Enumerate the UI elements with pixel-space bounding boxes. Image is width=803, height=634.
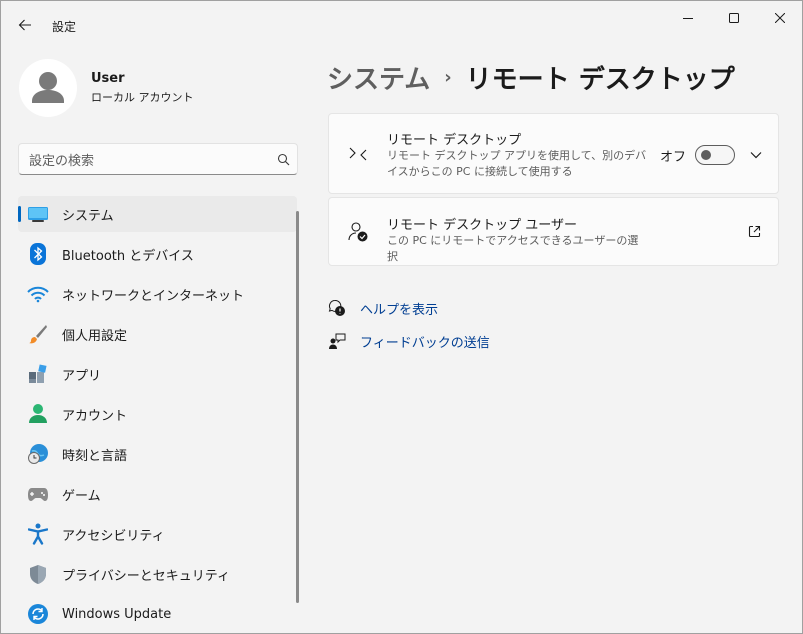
- apps-icon: [26, 362, 50, 386]
- search-input[interactable]: 設定の検索: [29, 150, 269, 169]
- accessibility-icon: [26, 522, 50, 546]
- sidebar-item-gaming[interactable]: ゲーム: [18, 476, 297, 512]
- breadcrumb-parent[interactable]: システム: [327, 59, 430, 96]
- sidebar-item-label: ネットワークとインターネット: [62, 288, 245, 304]
- user-avatar-icon: [32, 72, 64, 103]
- sidebar-item-label: アクセシビリティ: [62, 528, 165, 544]
- app-title: 設定: [52, 20, 77, 34]
- sidebar-item-label: アカウント: [62, 408, 128, 424]
- sidebar-item-accounts[interactable]: アカウント: [18, 396, 297, 432]
- account-type: ローカル アカウント: [91, 91, 194, 104]
- sidebar-item-label: 個人用設定: [62, 328, 128, 344]
- remote-desktop-description: リモート デスクトップ アプリを使用して、別のデバイスからこの PC に接続して…: [387, 149, 647, 178]
- sidebar-item-label: プライバシーとセキュリティ: [62, 568, 230, 584]
- sidebar-item-privacy[interactable]: プライバシーとセキュリティ: [18, 556, 297, 592]
- sidebar-item-time-language[interactable]: 時刻と言語: [18, 436, 297, 472]
- user-check-icon: [347, 221, 369, 243]
- remote-desktop-users-card[interactable]: リモート デスクトップ ユーザー この PC にリモートでアクセスできるユーザー…: [328, 197, 779, 266]
- user-name: User: [91, 71, 125, 86]
- sidebar-item-apps[interactable]: アプリ: [18, 356, 297, 392]
- remote-desktop-icon: [347, 143, 369, 165]
- sidebar-item-system[interactable]: システム: [18, 196, 297, 232]
- sidebar-item-network[interactable]: ネットワークとインターネット: [18, 276, 297, 312]
- sidebar-item-label: システム: [62, 208, 114, 224]
- brush-icon: [26, 322, 50, 346]
- help-link[interactable]: ヘルプを表示: [327, 298, 438, 318]
- remote-users-description: この PC にリモートでアクセスできるユーザーの選択: [387, 234, 639, 263]
- sidebar-item-personalization[interactable]: 個人用設定: [18, 316, 297, 352]
- avatar: [19, 59, 77, 117]
- toggle-state-label: オフ: [660, 150, 687, 165]
- toggle-knob: [701, 150, 711, 160]
- bluetooth-icon: [26, 242, 50, 266]
- external-link-icon[interactable]: [745, 222, 763, 240]
- sidebar-item-accessibility[interactable]: アクセシビリティ: [18, 516, 297, 552]
- breadcrumb-separator: ›: [444, 67, 452, 88]
- minimize-icon: [683, 18, 693, 19]
- search-box[interactable]: 設定の検索: [18, 143, 298, 175]
- sidebar-item-label: アプリ: [62, 368, 102, 384]
- user-profile[interactable]: User ローカル アカウント: [19, 59, 194, 117]
- remote-desktop-title: リモート デスクトップ: [387, 133, 522, 148]
- remote-users-title: リモート デスクトップ ユーザー: [387, 218, 578, 233]
- arrow-left-icon: [18, 19, 31, 31]
- account-icon: [26, 402, 50, 426]
- sidebar-item-bluetooth[interactable]: Bluetooth とデバイス: [18, 236, 297, 272]
- help-link-label[interactable]: ヘルプを表示: [360, 299, 438, 318]
- chevron-down-icon[interactable]: [747, 146, 765, 164]
- maximize-button[interactable]: [711, 1, 757, 35]
- minimize-button[interactable]: [665, 1, 711, 35]
- back-button[interactable]: [13, 13, 37, 37]
- remote-desktop-toggle[interactable]: [695, 145, 735, 165]
- maximize-icon: [729, 13, 739, 23]
- breadcrumb: システム › リモート デスクトップ: [327, 59, 735, 96]
- system-icon: [26, 202, 50, 226]
- shield-icon: [26, 562, 50, 586]
- sidebar-item-label: Bluetooth とデバイス: [62, 248, 194, 264]
- sidebar-item-windows-update[interactable]: Windows Update: [18, 596, 297, 632]
- update-icon: [26, 602, 50, 626]
- gamepad-icon: [26, 482, 50, 506]
- feedback-link-label[interactable]: フィードバックの送信: [360, 332, 490, 351]
- feedback-icon: [327, 331, 347, 351]
- close-icon: [775, 13, 785, 23]
- title-bar: 設定: [1, 1, 802, 41]
- sidebar-nav: システム Bluetooth とデバイス ネットワークとインターネット 個人用設…: [18, 196, 297, 634]
- sidebar-scrollbar[interactable]: [296, 211, 299, 603]
- help-chat-icon: [327, 298, 347, 318]
- sidebar-item-label: Windows Update: [62, 606, 172, 622]
- feedback-link[interactable]: フィードバックの送信: [327, 331, 490, 351]
- sidebar-item-label: 時刻と言語: [62, 448, 128, 464]
- search-icon[interactable]: [269, 153, 297, 166]
- sidebar-item-label: ゲーム: [62, 488, 101, 504]
- remote-desktop-card[interactable]: リモート デスクトップ リモート デスクトップ アプリを使用して、別のデバイスか…: [328, 113, 779, 194]
- page-title: リモート デスクトップ: [465, 65, 735, 95]
- globe-clock-icon: [26, 442, 50, 466]
- close-button[interactable]: [757, 1, 803, 35]
- wifi-icon: [26, 282, 50, 306]
